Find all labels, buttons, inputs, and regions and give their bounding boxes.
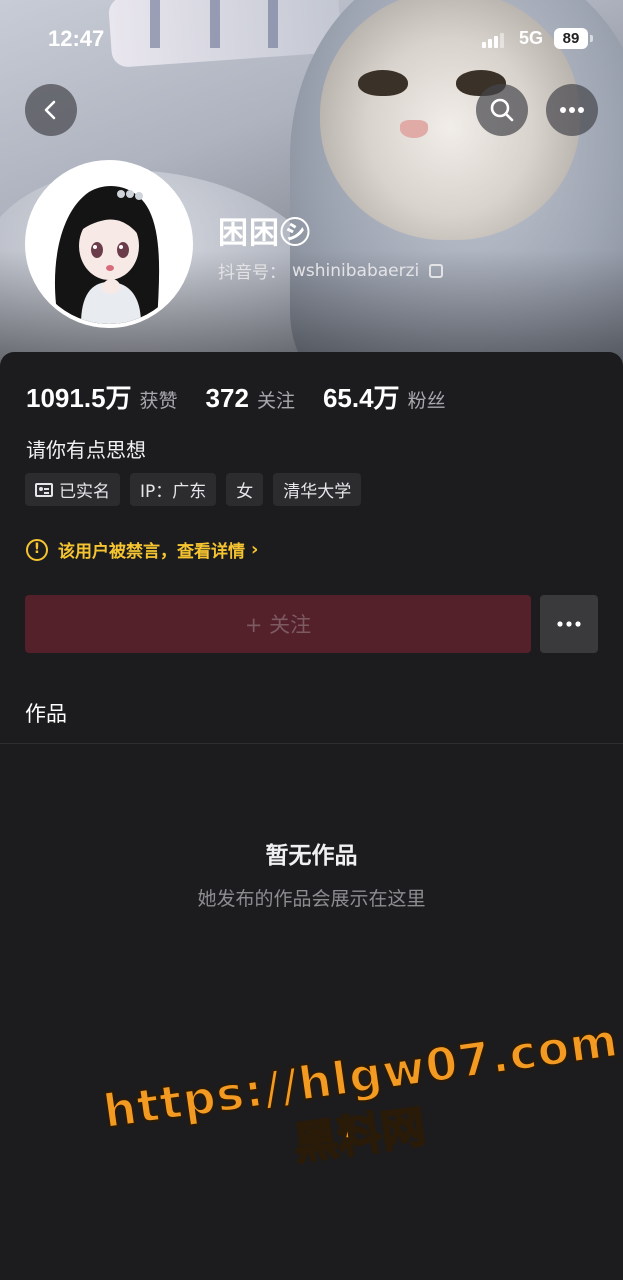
profile-bio: 请你有点思想 xyxy=(26,438,146,462)
more-options-button[interactable] xyxy=(546,84,598,136)
chevron-right-icon: › xyxy=(251,539,259,560)
status-bar: 12:47 5G 89 xyxy=(0,24,623,58)
profile-id-value: wshinibabaerzi xyxy=(292,260,420,281)
tab-divider xyxy=(0,743,623,744)
search-button[interactable] xyxy=(476,84,528,136)
more-dots-icon xyxy=(560,107,584,113)
avatar[interactable] xyxy=(25,160,193,328)
network-label: 5G xyxy=(519,28,544,48)
following-count[interactable]: 372 xyxy=(206,383,249,414)
tab-works[interactable]: 作品 xyxy=(25,698,67,728)
battery-icon: 89 xyxy=(554,28,593,49)
search-icon xyxy=(490,98,514,122)
copy-icon[interactable] xyxy=(429,263,444,278)
banner-cat-nose xyxy=(400,120,428,138)
tag-label: 清华大学 xyxy=(283,482,352,502)
warning-icon: ! xyxy=(26,538,48,561)
tag-school[interactable]: 清华大学 xyxy=(273,473,362,506)
profile-id-row: 抖音号： wshinibabaerzi xyxy=(218,258,444,283)
tag-label: 女 xyxy=(236,482,254,502)
back-button[interactable] xyxy=(25,84,77,136)
profile-stats: 1091.5万 获赞 372 关注 65.4万 粉丝 xyxy=(26,378,474,415)
tag-gender: 女 xyxy=(226,473,264,506)
profile-name: 困困㋛ xyxy=(218,216,311,251)
avatar-illustration xyxy=(29,164,189,324)
likes-label[interactable]: 获赞 xyxy=(140,386,178,413)
ban-notice-link[interactable]: ! 该用户被禁言，查看详情 › xyxy=(26,537,258,562)
signal-icon xyxy=(482,32,508,48)
followers-label[interactable]: 粉丝 xyxy=(408,386,446,413)
status-time: 12:47 xyxy=(48,26,105,51)
profile-tags: 已实名 IP：广东 女 清华大学 xyxy=(25,473,362,506)
back-arrow-icon xyxy=(44,100,56,120)
tag-label: 已实名 xyxy=(59,482,110,502)
tag-verified[interactable]: 已实名 xyxy=(25,473,120,506)
tag-ip-location: IP：广东 xyxy=(130,473,217,506)
following-label[interactable]: 关注 xyxy=(257,386,295,413)
follow-button[interactable]: + 关注 xyxy=(25,595,531,653)
followers-count[interactable]: 65.4万 xyxy=(323,378,400,415)
more-dots-icon xyxy=(557,621,581,627)
profile-id-label: 抖音号： xyxy=(218,263,286,283)
id-card-icon xyxy=(35,482,53,497)
empty-state-title: 暂无作品 xyxy=(265,843,358,869)
more-actions-button[interactable] xyxy=(540,595,598,653)
tag-label: IP：广东 xyxy=(140,482,207,502)
empty-state-subtitle: 她发布的作品会展示在这里 xyxy=(197,888,426,910)
ban-notice-text: 该用户被禁言，查看详情 xyxy=(58,542,245,562)
banner-cat-eye xyxy=(358,70,408,96)
likes-count[interactable]: 1091.5万 xyxy=(26,378,132,415)
